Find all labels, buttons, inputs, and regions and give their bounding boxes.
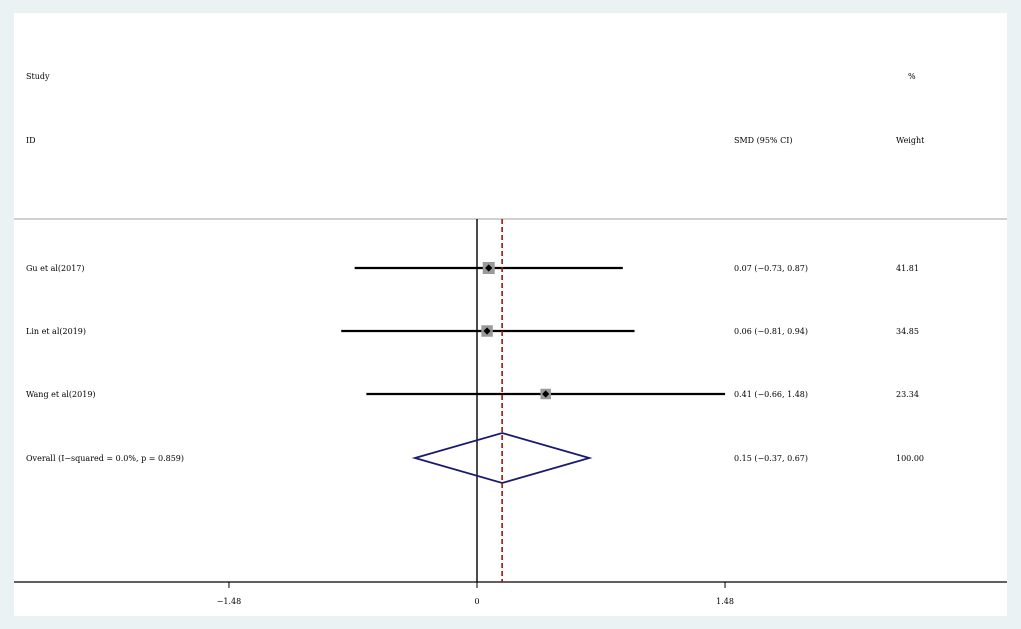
forest-plot-area: Study ID SMD (95% CI) % Weight Gu et al(… bbox=[14, 13, 1007, 616]
header-id: ID bbox=[26, 136, 36, 145]
study-label: Gu et al(2017) bbox=[26, 264, 85, 273]
overall-weight: 100.00 bbox=[896, 454, 924, 463]
header-percent: % bbox=[908, 72, 916, 81]
study-label: Lin et al(2019) bbox=[26, 327, 86, 336]
header-weight: Weight bbox=[896, 136, 925, 145]
x-tick-label: 1.48 bbox=[716, 597, 734, 606]
x-tick-label: −1.48 bbox=[217, 597, 242, 606]
study-ci-text: 0.07 (−0.73, 0.87) bbox=[734, 264, 808, 273]
header-study: Study bbox=[26, 72, 50, 81]
header-effect: SMD (95% CI) bbox=[734, 136, 792, 145]
overall-ci-text: 0.15 (−0.37, 0.67) bbox=[734, 454, 808, 463]
study-ci-text: 0.06 (−0.81, 0.94) bbox=[734, 327, 808, 336]
study-weight: 41.81 bbox=[896, 264, 919, 273]
forest-plot: Study ID SMD (95% CI) % Weight Gu et al(… bbox=[14, 72, 1007, 606]
study-weight: 23.34 bbox=[896, 390, 919, 399]
study-weight: 34.85 bbox=[896, 327, 919, 336]
study-label: Wang et al(2019) bbox=[26, 390, 96, 399]
study-ci-text: 0.41 (−0.66, 1.48) bbox=[734, 390, 808, 399]
overall-label: Overall (I−squared = 0.0%, p = 0.859) bbox=[26, 454, 184, 463]
x-tick-label: 0 bbox=[474, 597, 479, 606]
